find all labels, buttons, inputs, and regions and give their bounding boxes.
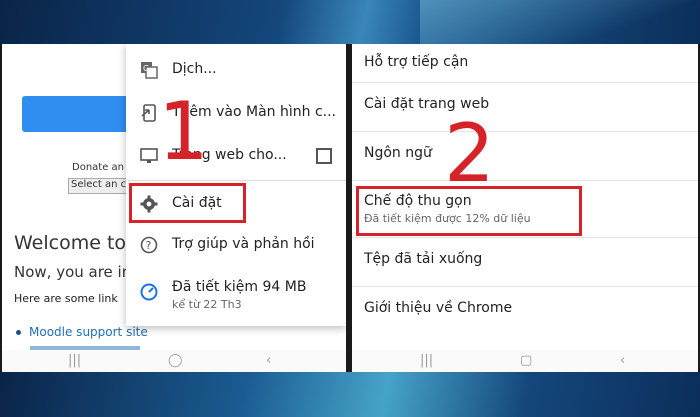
background-top-band — [0, 0, 700, 44]
step-number-2: 2 — [444, 107, 495, 200]
welcome-heading: Welcome to — [14, 232, 127, 254]
donate-text: Donate an — [72, 162, 125, 173]
menu-item-translate[interactable]: G Dịch... — [126, 50, 346, 90]
bullet-icon — [16, 330, 21, 335]
desktop-site-checkbox[interactable] — [316, 148, 332, 164]
menu-item-data-saved[interactable]: Đã tiết kiệm 94 MB kể từ 22 Th3 — [126, 268, 346, 318]
settings-row-accessibility[interactable]: Hỗ trợ tiếp cận — [352, 44, 698, 83]
settings-row-about-chrome[interactable]: Giới thiệu về Chrome — [352, 287, 698, 335]
translate-icon: G — [141, 62, 158, 79]
svg-text:G: G — [143, 64, 149, 73]
add-to-home-icon — [141, 104, 156, 122]
back-icon[interactable]: ‹ — [266, 353, 271, 368]
android-nav-bar: ||| ▢ ‹ — [352, 350, 698, 372]
desktop-icon — [140, 148, 158, 163]
here-are-text: Here are some link — [14, 292, 118, 305]
right-phone-screen: Hỗ trợ tiếp cận Cài đặt trang web Ngôn n… — [352, 44, 698, 372]
savings-icon — [140, 283, 158, 301]
home-icon[interactable]: ◯ — [168, 353, 183, 368]
home-icon[interactable]: ▢ — [520, 353, 532, 368]
menu-item-help[interactable]: ? Trợ giúp và phản hồi — [126, 225, 346, 265]
left-phone-screen: Donate an Select an c Welcome to Now, yo… — [2, 44, 346, 372]
moodle-support-link[interactable]: Moodle support site — [16, 325, 148, 339]
svg-text:?: ? — [146, 239, 152, 252]
step-number-1: 1 — [158, 85, 209, 178]
recents-icon[interactable]: ||| — [68, 353, 81, 368]
settings-row-site-settings[interactable]: Cài đặt trang web — [352, 83, 698, 132]
settings-highlight-box — [129, 183, 246, 223]
back-icon[interactable]: ‹ — [620, 353, 625, 368]
settings-row-language[interactable]: Ngôn ngữ — [352, 132, 698, 181]
recents-icon[interactable]: ||| — [420, 353, 433, 368]
settings-row-downloads[interactable]: Tệp đã tải xuống — [352, 238, 698, 287]
android-nav-bar: ||| ◯ ‹ — [2, 350, 346, 372]
menu-divider — [126, 180, 346, 181]
background-bottom-band — [0, 372, 700, 417]
help-icon: ? — [140, 236, 158, 254]
now-you-text: Now, you are in — [14, 263, 132, 281]
